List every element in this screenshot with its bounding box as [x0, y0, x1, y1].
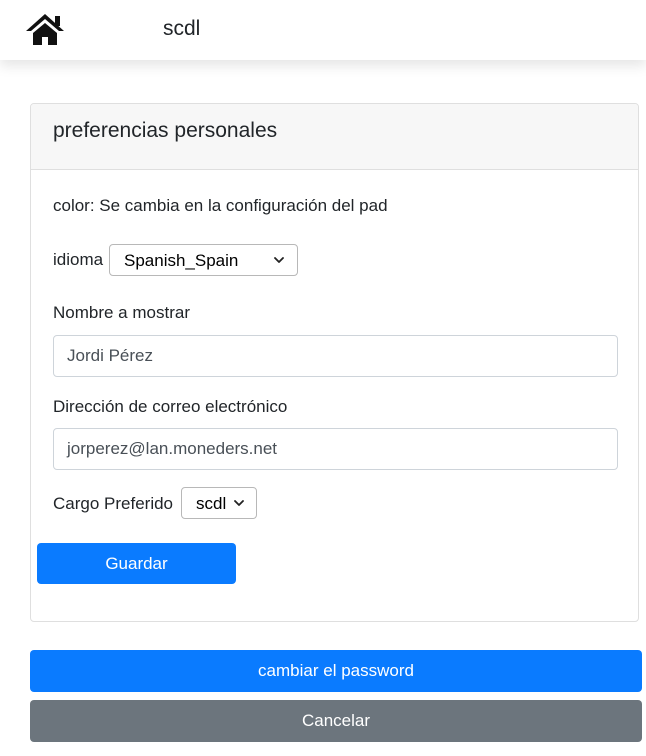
preferences-card: preferencias personales color: Se cambia… [30, 103, 639, 622]
display-name-label: Nombre a mostrar [53, 303, 190, 322]
email-input[interactable]: jorperez@lan.moneders.net [53, 428, 618, 470]
top-navbar: scdl [0, 0, 646, 60]
email-value: jorperez@lan.moneders.net [67, 439, 278, 458]
language-select[interactable]: Spanish_Spain [109, 244, 298, 276]
language-label: idioma [53, 250, 104, 269]
change-password-button[interactable]: cambiar el password [30, 650, 642, 692]
save-button[interactable]: Guardar [37, 543, 236, 584]
chevron-down-icon [234, 500, 244, 506]
app-title: scdl [163, 17, 201, 40]
card-title: preferencias personales [53, 119, 278, 142]
role-label: Cargo Preferido [53, 494, 174, 513]
home-icon[interactable] [25, 12, 65, 46]
role-selected-value: scdl [196, 494, 227, 513]
cancel-button[interactable]: Cancelar [30, 700, 642, 742]
chevron-down-icon [274, 257, 284, 263]
color-note: color: Se cambia en la configuración del… [53, 196, 388, 215]
card-header: preferencias personales [31, 104, 638, 170]
role-select[interactable]: scdl [181, 487, 257, 519]
display-name-input[interactable]: Jordi Pérez [53, 335, 618, 377]
language-selected-value: Spanish_Spain [124, 251, 239, 270]
email-label: Dirección de correo electrónico [53, 397, 288, 416]
display-name-value: Jordi Pérez [67, 346, 153, 365]
